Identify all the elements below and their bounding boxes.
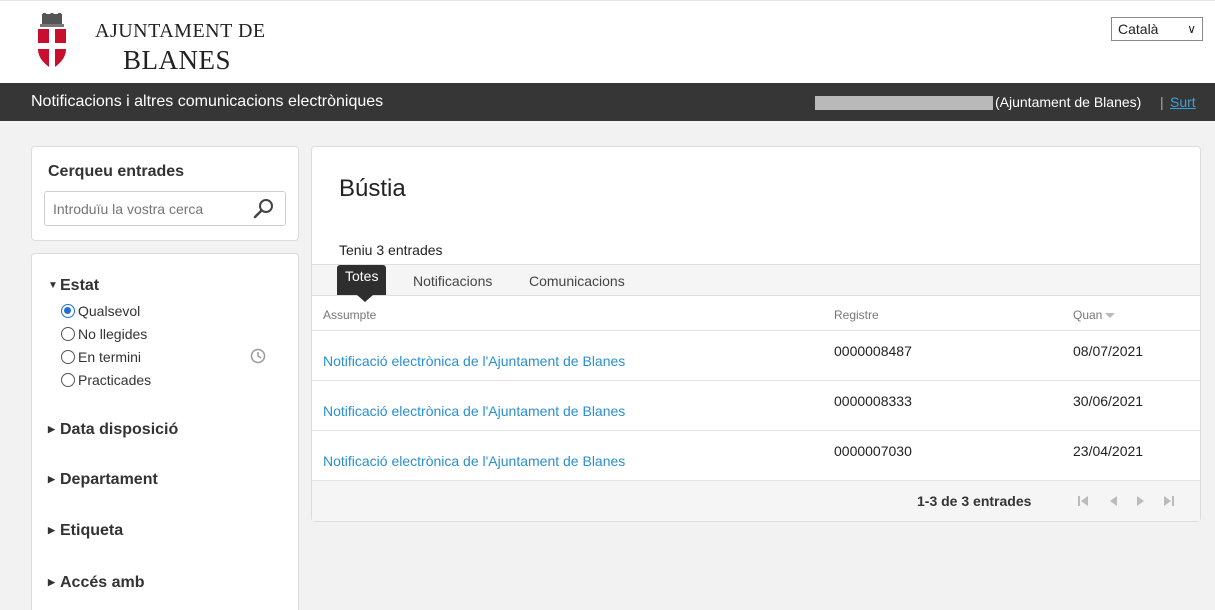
logout-link[interactable]: Surt <box>1170 94 1196 110</box>
filter-section-title: Accés amb <box>60 574 145 591</box>
filter-status-title: Estat <box>60 277 100 294</box>
filter-section-toggle[interactable]: ▶ Data disposició <box>48 421 178 439</box>
language-value: Català <box>1118 21 1159 37</box>
subject-link[interactable]: Notificació electrònica de l'Ajuntament … <box>323 403 625 419</box>
user-organization: (Ajuntament de Blanes) <box>995 94 1142 110</box>
caret-right-icon: ▶ <box>48 474 55 484</box>
caret-down-icon: ▼ <box>48 280 58 291</box>
clock-icon <box>250 348 266 364</box>
status-option-label: Qualsevol <box>78 303 141 319</box>
table-row[interactable]: Notificació electrònica de l'Ajuntament … <box>312 430 1200 480</box>
page-title: Bústia <box>339 175 406 202</box>
mailbox-panel: Bústia Teniu 3 entrades Totes Notificaci… <box>311 146 1201 522</box>
filter-status-toggle[interactable]: ▼ Estat <box>48 277 99 295</box>
coat-of-arms-logo <box>38 13 66 70</box>
filter-section-title: Departament <box>60 471 158 488</box>
separator: | <box>1160 94 1164 110</box>
status-option[interactable]: Qualsevol <box>61 303 140 321</box>
entry-date: 30/06/2021 <box>1073 393 1144 409</box>
sort-desc-icon <box>1105 313 1116 318</box>
entry-date: 23/04/2021 <box>1073 443 1144 459</box>
status-option[interactable]: Practicades <box>61 372 151 390</box>
tab-totes[interactable]: Totes <box>337 265 387 302</box>
filter-section-title: Etiqueta <box>60 522 124 539</box>
table-row[interactable]: Notificació electrònica de l'Ajuntament … <box>312 380 1200 430</box>
tab-notificacions[interactable]: Notificacions <box>413 273 492 289</box>
filter-panel: ▼ Estat Qualsevol No llegides En termini Pra… <box>31 253 299 610</box>
table-footer: 1-3 de 3 entrades <box>312 480 1200 521</box>
registry-number: 0000008333 <box>834 393 912 409</box>
radio-button[interactable] <box>61 350 75 364</box>
top-header: AJUNTAMENT DE BLANES Català ∨ <box>0 0 1215 83</box>
column-header-date[interactable]: Quan <box>1073 308 1116 322</box>
status-option[interactable]: En termini <box>61 349 141 367</box>
first-page-icon[interactable] <box>1076 494 1090 508</box>
status-option-label: Practicades <box>78 372 152 388</box>
registry-number: 0000008487 <box>834 343 912 359</box>
chevron-down-icon: ∨ <box>1187 22 1196 36</box>
radio-button[interactable] <box>61 373 75 387</box>
status-option-label: En termini <box>78 349 142 365</box>
tab-bar: Totes Notificacions Comunicacions <box>312 264 1200 302</box>
caret-right-icon: ▶ <box>48 577 55 587</box>
table-row[interactable]: Notificació electrònica de l'Ajuntament … <box>312 330 1200 380</box>
tab-comunicacions[interactable]: Comunicacions <box>529 273 625 289</box>
redacted-user-name <box>815 96 993 110</box>
caret-right-icon: ▶ <box>48 525 55 535</box>
radio-button[interactable] <box>61 327 75 341</box>
next-page-icon[interactable] <box>1134 494 1148 508</box>
status-option-label: No llegides <box>78 326 148 342</box>
filter-section-toggle[interactable]: ▶ Accés amb <box>48 574 145 592</box>
registry-number: 0000007030 <box>834 443 912 459</box>
radio-button[interactable] <box>61 304 75 318</box>
subject-link[interactable]: Notificació electrònica de l'Ajuntament … <box>323 353 625 369</box>
brand-line-1: AJUNTAMENT DE <box>95 20 266 42</box>
entry-date: 08/07/2021 <box>1073 343 1144 359</box>
column-header-registry[interactable]: Registre <box>834 308 879 322</box>
language-select[interactable]: Català ∨ <box>1111 17 1203 41</box>
status-option[interactable]: No llegides <box>61 326 147 344</box>
last-page-icon[interactable] <box>1162 494 1176 508</box>
search-input[interactable] <box>44 191 286 226</box>
filter-section-title: Data disposició <box>60 421 179 438</box>
navbar: Notificacions i altres comunicacions ele… <box>0 83 1215 121</box>
entries-count: Teniu 3 entrades <box>339 242 443 258</box>
brand-line-2: BLANES <box>123 45 232 75</box>
column-header-date-label: Quan <box>1073 308 1103 322</box>
filter-section-toggle[interactable]: ▶ Etiqueta <box>48 522 123 540</box>
caret-right-icon: ▶ <box>48 424 55 434</box>
search-panel: Cerqueu entrades <box>31 146 299 241</box>
app-title: Notificacions i altres comunicacions ele… <box>31 93 384 110</box>
filter-section-toggle[interactable]: ▶ Departament <box>48 471 158 489</box>
column-header-subject[interactable]: Assumpte <box>323 308 376 322</box>
subject-link[interactable]: Notificació electrònica de l'Ajuntament … <box>323 453 625 469</box>
search-icon[interactable] <box>252 197 276 221</box>
previous-page-icon[interactable] <box>1106 494 1120 508</box>
search-title: Cerqueu entrades <box>48 163 185 180</box>
pager-summary: 1-3 de 3 entrades <box>917 493 1032 509</box>
